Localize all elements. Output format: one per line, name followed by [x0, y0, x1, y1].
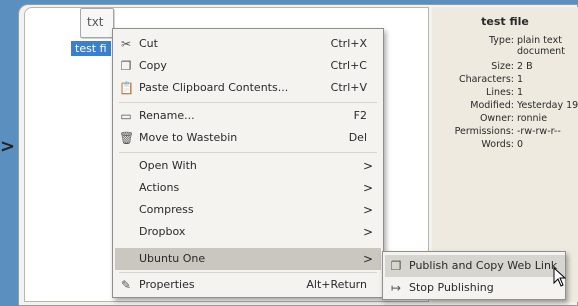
menu-item-label: Publish and Copy Web Link: [409, 259, 558, 272]
menu-item-shortcut: Ctrl+V: [330, 81, 367, 94]
menu-item-open-with[interactable]: Open With >: [115, 155, 381, 177]
submenu-arrow-icon: >: [362, 203, 373, 217]
menu-item-rename[interactable]: ▭ Rename... F2: [115, 105, 381, 127]
menu-item-shortcut: Del: [348, 131, 367, 144]
publish-icon: ❐: [390, 259, 402, 273]
scissors-icon: ✂: [120, 37, 132, 51]
submenu-arrow-icon: >: [362, 159, 373, 173]
menu-item-dropbox[interactable]: Dropbox >: [115, 221, 381, 243]
menu-item-label: Open With: [139, 159, 197, 172]
info-key: Words:: [481, 139, 514, 150]
info-value: 1: [517, 74, 524, 85]
menu-item-shortcut: Ctrl+C: [330, 59, 367, 72]
menu-separator: [119, 102, 377, 103]
file-icon-label: txt: [87, 15, 104, 29]
menu-item-label: Compress: [139, 203, 194, 216]
menu-separator: [119, 272, 377, 273]
menu-item-properties[interactable]: ✎ Properties Alt+Return: [115, 274, 381, 296]
menu-item-ubuntu-one[interactable]: Ubuntu One >: [115, 248, 381, 270]
file-name-label[interactable]: test fi: [71, 41, 111, 56]
info-value: plain text: [517, 35, 562, 46]
info-key: Type:: [488, 35, 514, 46]
ubuntu-one-submenu: ❐ Publish and Copy Web Link ↦ Stop Publi…: [382, 251, 566, 300]
paste-icon: 📋: [119, 81, 134, 95]
wastebin-icon: 🗑: [119, 131, 135, 145]
menu-item-cut[interactable]: ✂ Cut Ctrl+X: [115, 33, 381, 55]
mouse-pointer-icon: [553, 267, 567, 287]
submenu-arrow-icon: >: [362, 225, 373, 239]
context-menu: ✂ Cut Ctrl+X ❐ Copy Ctrl+C 📋 Paste Clipb…: [112, 28, 384, 298]
menu-item-label: Rename...: [139, 109, 195, 122]
stop-publishing-icon: ↦: [390, 281, 402, 295]
info-key: Size:: [491, 61, 514, 72]
info-key: Permissions:: [454, 126, 514, 137]
info-key: Lines:: [486, 87, 514, 98]
properties-icon: ✎: [120, 278, 132, 292]
submenu-arrow-icon: >: [362, 252, 373, 266]
menu-item-shortcut: Ctrl+X: [330, 37, 367, 50]
menu-item-publish-web-link[interactable]: ❐ Publish and Copy Web Link: [385, 255, 565, 277]
menu-item-compress[interactable]: Compress >: [115, 199, 381, 221]
menu-item-actions[interactable]: Actions >: [115, 177, 381, 199]
menu-item-label: Dropbox: [139, 225, 186, 238]
menu-item-copy[interactable]: ❐ Copy Ctrl+C: [115, 55, 381, 77]
menu-item-label: Properties: [139, 278, 195, 291]
menu-item-shortcut: Alt+Return: [306, 278, 367, 291]
menu-item-label: Move to Wastebin: [139, 131, 238, 144]
info-value: 2 B: [517, 61, 533, 72]
info-key: Modified:: [470, 100, 514, 111]
info-key: Characters:: [458, 74, 514, 85]
menu-separator: [119, 152, 377, 153]
menu-item-label: Paste Clipboard Contents...: [139, 81, 289, 94]
info-value: 0: [517, 139, 524, 150]
menu-item-paste[interactable]: 📋 Paste Clipboard Contents... Ctrl+V: [115, 77, 381, 99]
menu-item-label: Ubuntu One: [139, 252, 206, 265]
menu-item-label: Stop Publishing: [409, 281, 494, 294]
side-arrow: >: [0, 136, 16, 157]
menu-item-stop-publishing[interactable]: ↦ Stop Publishing: [385, 277, 565, 299]
menu-item-move-to-wastebin[interactable]: 🗑 Move to Wastebin Del: [115, 127, 381, 149]
info-value: 1: [517, 87, 524, 98]
copy-icon: ❐: [120, 59, 132, 73]
text-file-icon[interactable]: txt: [80, 8, 114, 38]
info-panel-title: test file: [481, 15, 529, 28]
menu-item-label: Cut: [139, 37, 158, 50]
info-value: Yesterday 19:: [517, 100, 578, 111]
menu-item-shortcut: F2: [353, 109, 367, 122]
info-key: Owner:: [479, 113, 514, 124]
menu-item-label: Actions: [139, 181, 180, 194]
info-value: -rw-rw-r--: [517, 126, 561, 137]
submenu-arrow-icon: >: [362, 181, 373, 195]
rename-icon: ▭: [120, 109, 132, 123]
info-value: document: [517, 46, 565, 57]
info-value: ronnie: [517, 113, 548, 124]
menu-item-label: Copy: [139, 59, 167, 72]
